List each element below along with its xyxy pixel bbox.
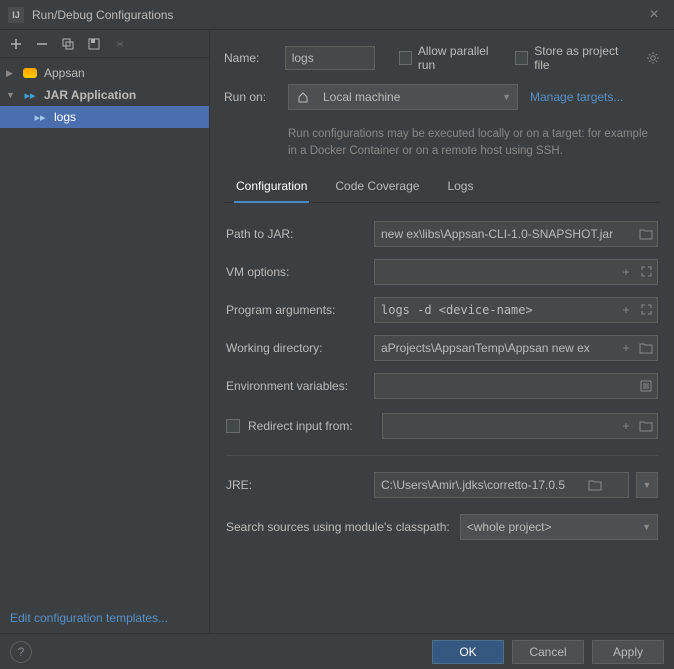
config-body: Path to JAR: VM options: +	[224, 221, 660, 540]
help-icon[interactable]: ?	[10, 641, 32, 663]
jar-input[interactable]	[374, 221, 658, 247]
tree-toolbar	[0, 30, 209, 58]
separator	[226, 455, 658, 456]
runon-label: Run on:	[224, 90, 276, 104]
titlebar: IJ Run/Debug Configurations ×	[0, 0, 674, 30]
insert-macro-icon[interactable]: +	[618, 264, 634, 280]
browse-folder-icon[interactable]	[638, 340, 654, 356]
insert-macro-icon[interactable]: +	[618, 302, 634, 318]
browse-folder-icon[interactable]	[587, 477, 603, 493]
args-label: Program arguments:	[226, 303, 366, 317]
chevron-down-icon: ▼	[642, 522, 651, 532]
jre-dropdown-button[interactable]: ▼	[636, 472, 658, 498]
vm-label: VM options:	[226, 265, 366, 279]
search-sources-value: <whole project>	[467, 520, 636, 534]
search-sources-label: Search sources using module's classpath:	[226, 520, 450, 534]
parallel-label: Allow parallel run	[418, 44, 503, 72]
cancel-button[interactable]: Cancel	[512, 640, 584, 664]
close-icon[interactable]: ×	[642, 3, 666, 27]
home-icon	[295, 89, 311, 105]
cloud-icon	[22, 65, 38, 81]
tab-code-coverage[interactable]: Code Coverage	[333, 173, 421, 202]
tree-item-jar-application[interactable]: ▼ ▸▸ JAR Application	[0, 84, 209, 106]
checkbox-icon[interactable]	[399, 51, 412, 65]
add-icon[interactable]	[8, 36, 24, 52]
tab-configuration[interactable]: Configuration	[234, 173, 309, 203]
apply-button[interactable]: Apply	[592, 640, 664, 664]
runon-value: Local machine	[323, 90, 496, 104]
env-label: Environment variables:	[226, 379, 366, 393]
save-icon[interactable]	[86, 36, 102, 52]
tabs-bar: Configuration Code Coverage Logs	[224, 173, 660, 203]
expand-icon[interactable]	[638, 264, 654, 280]
redirect-label: Redirect input from:	[248, 419, 374, 433]
browse-folder-icon[interactable]	[638, 226, 654, 242]
allow-parallel-checkbox[interactable]: Allow parallel run	[399, 44, 503, 72]
wd-label: Working directory:	[226, 341, 366, 355]
name-input[interactable]	[285, 46, 375, 70]
wd-input[interactable]	[374, 335, 658, 361]
config-tree: ▶ Appsan ▼ ▸▸ JAR Application ▸▸ logs	[0, 58, 209, 603]
tree-item-logs[interactable]: ▸▸ logs	[0, 106, 209, 128]
app-icon: IJ	[8, 7, 24, 23]
tree-label: Appsan	[44, 66, 85, 80]
redirect-checkbox[interactable]	[226, 419, 240, 433]
checkbox-icon[interactable]	[515, 51, 528, 65]
jar-icon: ▸▸	[22, 87, 38, 103]
insert-macro-icon[interactable]: +	[618, 340, 634, 356]
insert-macro-icon[interactable]: +	[618, 418, 634, 434]
chevron-down-icon[interactable]: ▼	[6, 90, 18, 100]
browse-folder-icon[interactable]	[638, 418, 654, 434]
name-label: Name:	[224, 51, 273, 65]
move-icon	[112, 36, 128, 52]
ok-button[interactable]: OK	[432, 640, 504, 664]
manage-targets-link[interactable]: Manage targets...	[530, 90, 623, 104]
store-label: Store as project file	[534, 44, 630, 72]
expand-icon[interactable]	[638, 302, 654, 318]
chevron-right-icon[interactable]: ▶	[6, 68, 18, 79]
tree-label: JAR Application	[44, 88, 136, 102]
tree-label: logs	[54, 110, 76, 124]
remove-icon[interactable]	[34, 36, 50, 52]
store-project-checkbox[interactable]: Store as project file	[515, 44, 630, 72]
env-input[interactable]	[374, 373, 658, 399]
redirect-input[interactable]	[382, 413, 658, 439]
tab-logs[interactable]: Logs	[445, 173, 475, 202]
edit-templates-link[interactable]: Edit configuration templates...	[10, 611, 168, 625]
chevron-down-icon: ▼	[502, 92, 511, 102]
jre-label: JRE:	[226, 478, 366, 492]
jar-label: Path to JAR:	[226, 227, 366, 241]
runon-hint: Run configurations may be executed local…	[288, 126, 660, 161]
gear-icon[interactable]	[646, 51, 660, 65]
vm-input[interactable]	[374, 259, 658, 285]
left-panel: ▶ Appsan ▼ ▸▸ JAR Application ▸▸ logs Ed…	[0, 30, 210, 633]
bottom-bar: ? OK Cancel Apply	[0, 633, 674, 669]
tree-item-appsan[interactable]: ▶ Appsan	[0, 62, 209, 84]
window-title: Run/Debug Configurations	[32, 8, 642, 22]
copy-icon[interactable]	[60, 36, 76, 52]
runon-combo[interactable]: Local machine ▼	[288, 84, 518, 110]
right-panel: Name: Allow parallel run Store as projec…	[210, 30, 674, 633]
jar-icon: ▸▸	[32, 109, 48, 125]
list-icon[interactable]	[638, 378, 654, 394]
args-input[interactable]	[374, 297, 658, 323]
search-sources-combo[interactable]: <whole project> ▼	[460, 514, 658, 540]
